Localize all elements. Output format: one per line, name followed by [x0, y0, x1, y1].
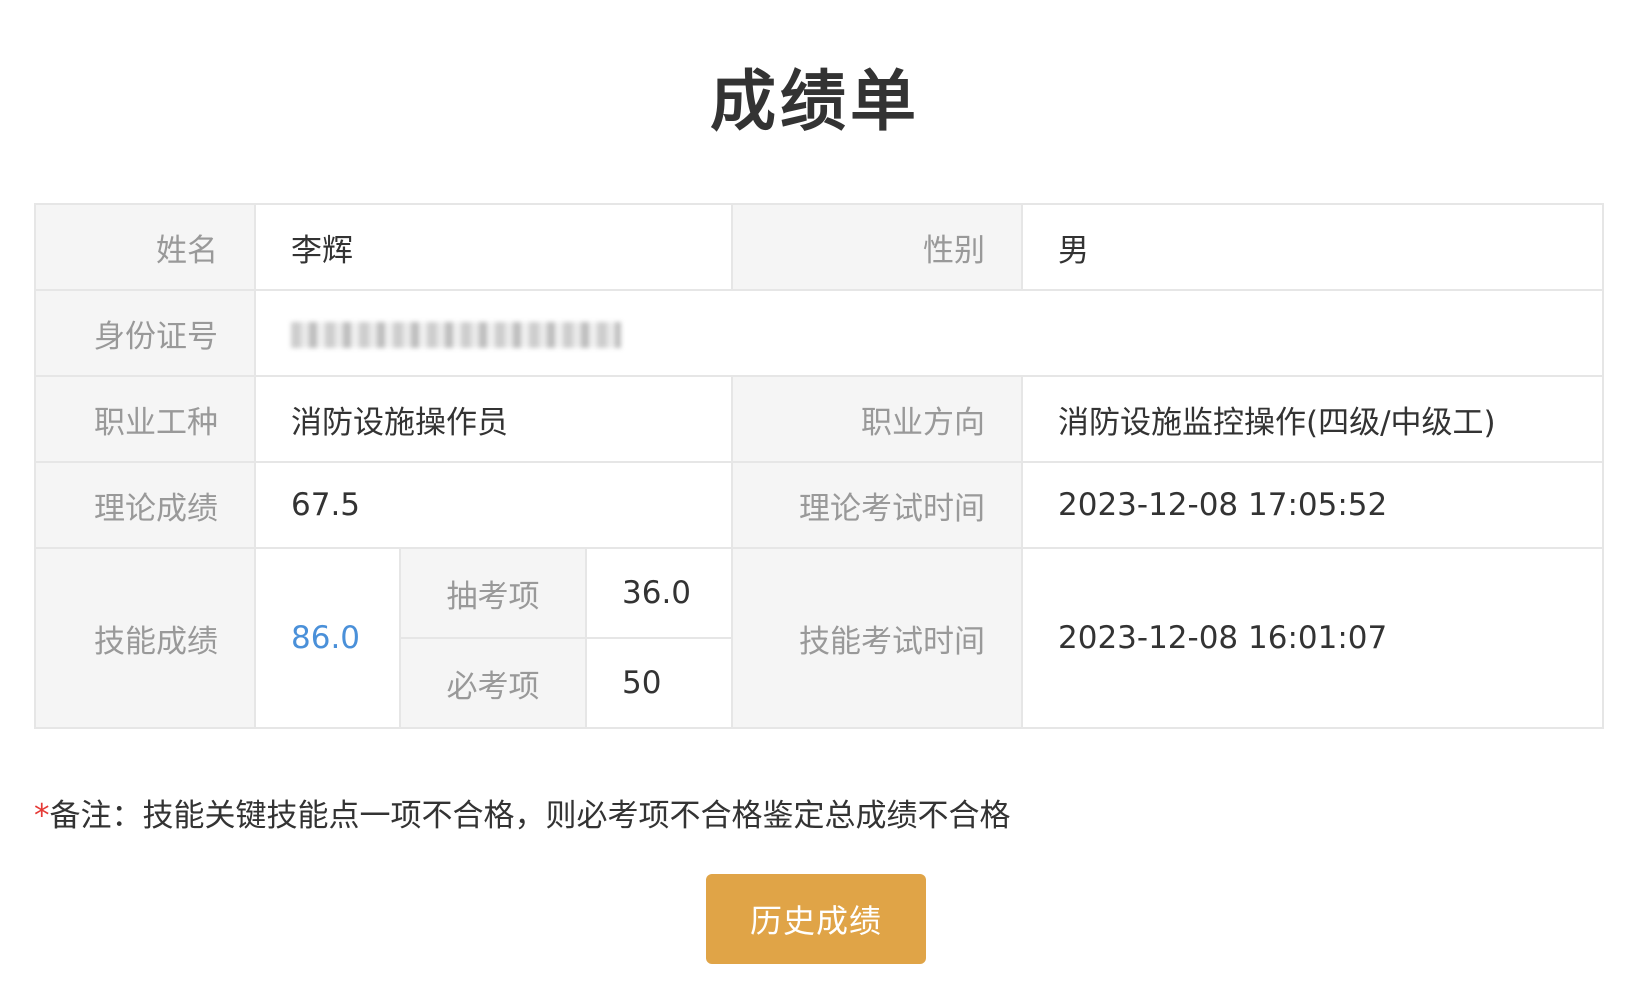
- skill-score-value: 86.0: [254, 547, 401, 729]
- history-scores-button[interactable]: 历史成绩: [706, 874, 926, 964]
- sampled-item-label: 抽考项: [399, 547, 587, 639]
- skill-time-value: 2023-12-08 16:01:07: [1021, 547, 1604, 729]
- required-star: *: [34, 798, 50, 834]
- id-number-label: 身份证号: [34, 289, 256, 377]
- occupation-value: 消防设施操作员: [254, 375, 733, 463]
- theory-score-value: 67.5: [254, 461, 733, 549]
- page-title: 成绩单: [710, 63, 920, 140]
- name-label: 姓名: [34, 203, 256, 291]
- table-row: 姓名 李辉 性别 男: [34, 203, 1604, 291]
- direction-value: 消防设施监控操作(四级/中级工): [1021, 375, 1604, 463]
- table-row: 身份证号: [34, 289, 1604, 377]
- required-item-label: 必考项: [399, 637, 587, 729]
- blurred-id-number: [291, 321, 621, 348]
- theory-time-value: 2023-12-08 17:05:52: [1021, 461, 1604, 549]
- table-row: 技能成绩 86.0 抽考项 36.0 技能考试时间 2023-12-08 16:…: [34, 547, 1604, 729]
- required-item-value: 50: [585, 637, 733, 729]
- skill-score-label: 技能成绩: [34, 547, 256, 729]
- name-value: 李辉: [254, 203, 733, 291]
- theory-score-label: 理论成绩: [34, 461, 256, 549]
- gender-value: 男: [1021, 203, 1604, 291]
- occupation-label: 职业工种: [34, 375, 256, 463]
- direction-label: 职业方向: [731, 375, 1023, 463]
- id-number-value: [254, 289, 1604, 377]
- remark-text: 备注：技能关键技能点一项不合格，则必考项不合格鉴定总成绩不合格: [49, 798, 1011, 834]
- table-row: 职业工种 消防设施操作员 职业方向 消防设施监控操作(四级/中级工): [34, 375, 1604, 463]
- table-row: 理论成绩 67.5 理论考试时间 2023-12-08 17:05:52: [34, 461, 1604, 549]
- gender-label: 性别: [731, 203, 1023, 291]
- theory-time-label: 理论考试时间: [731, 461, 1023, 549]
- remark-note: *备注：技能关键技能点一项不合格，则必考项不合格鉴定总成绩不合格: [34, 790, 1011, 835]
- sampled-item-value: 36.0: [585, 547, 733, 639]
- score-table: 姓名 李辉 性别 男 身份证号 职业工种 消防设施操作员 职业方向 消防设施监控…: [34, 203, 1604, 729]
- skill-time-label: 技能考试时间: [731, 547, 1023, 729]
